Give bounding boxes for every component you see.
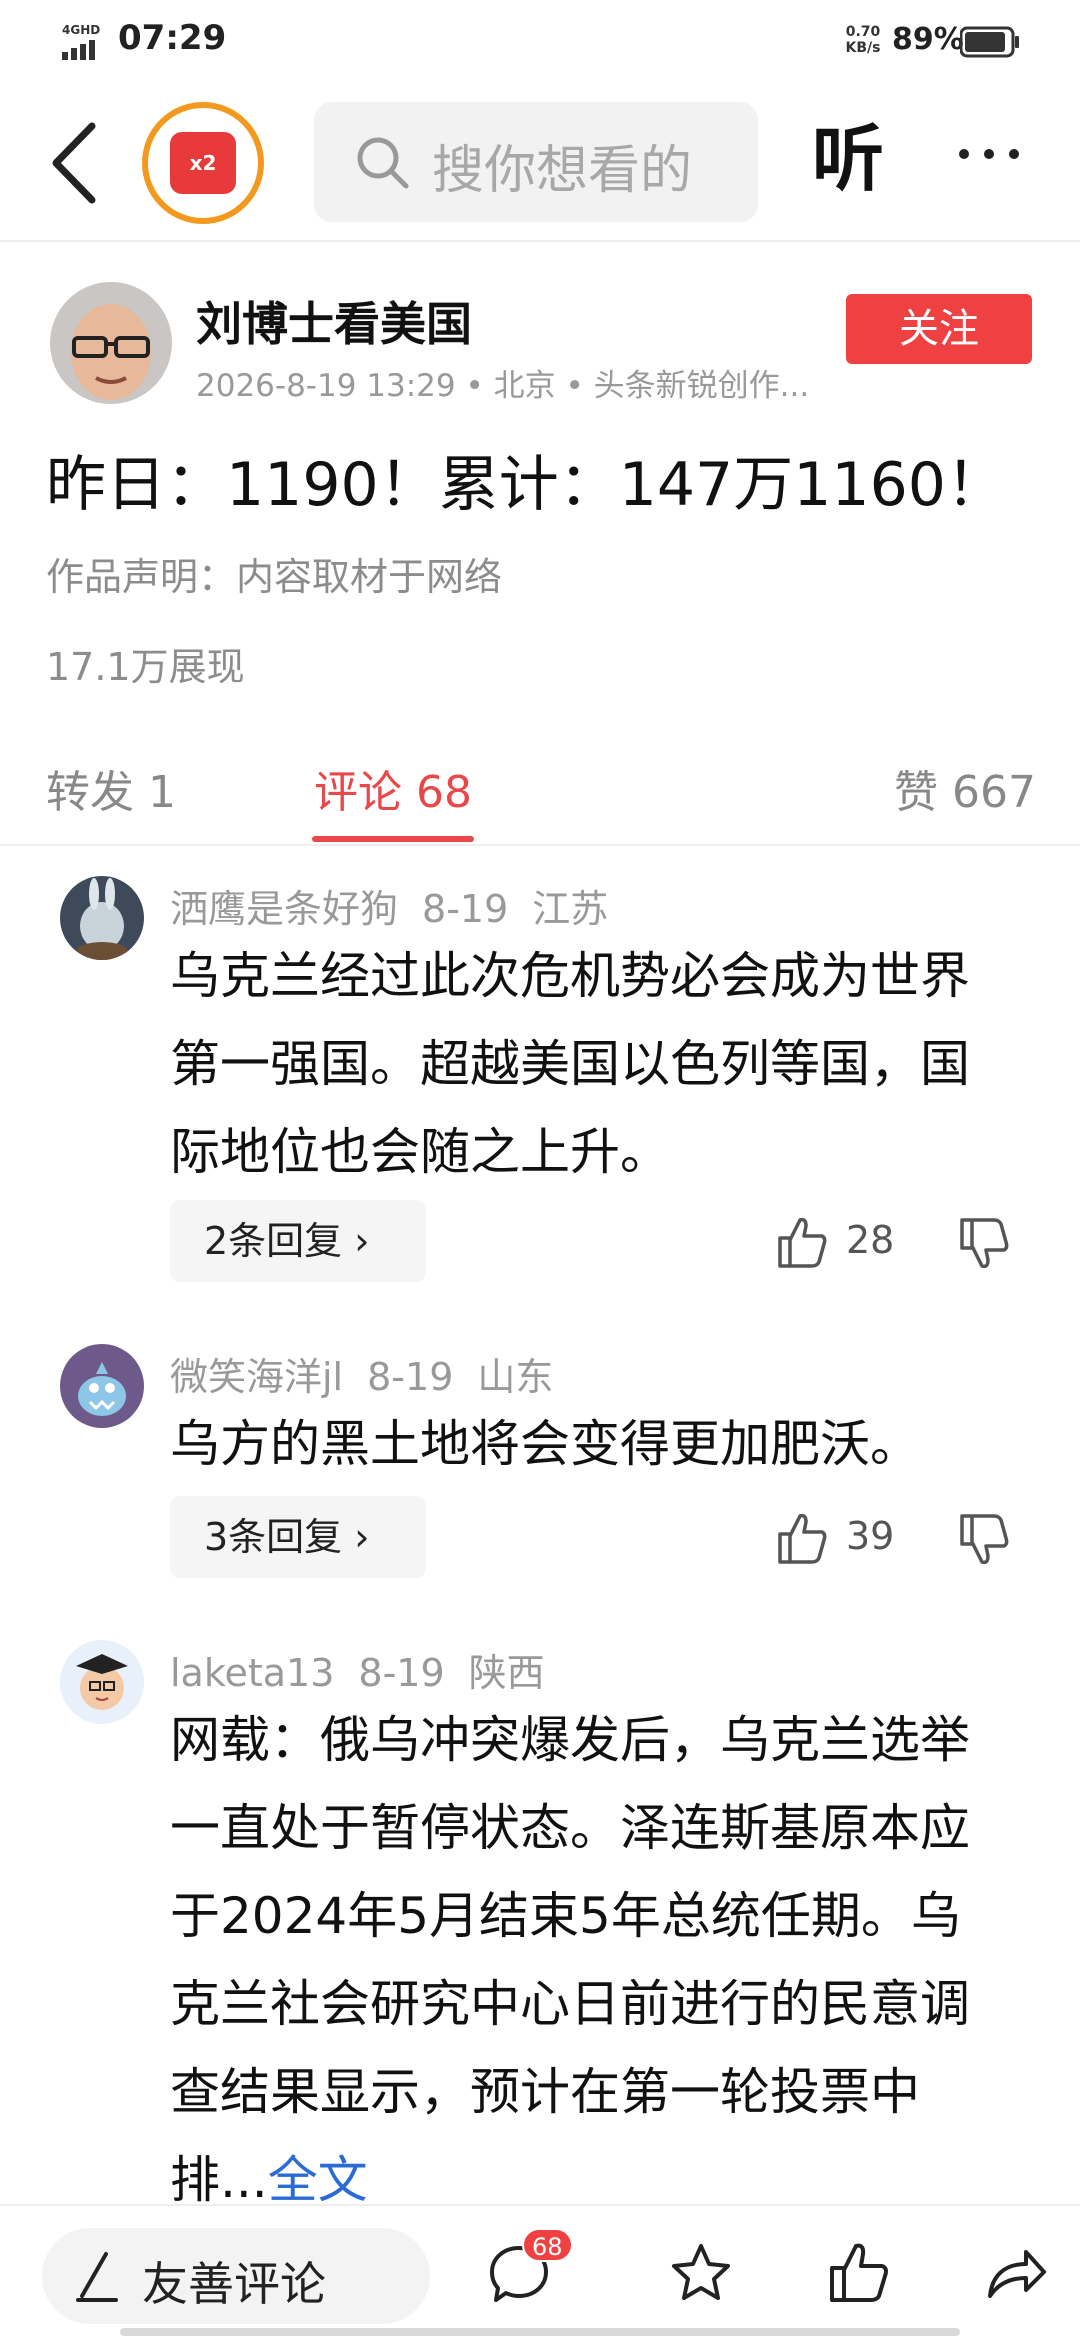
replies-button[interactable]: 3条回复 › [170, 1496, 426, 1578]
svg-text:4GHD: 4GHD [62, 23, 100, 37]
author-avatar[interactable] [50, 282, 172, 404]
bottom-bar: 友善评论 68 [0, 2204, 1080, 2340]
comment-date: 8-19 [422, 887, 509, 931]
tab-likes[interactable]: 赞 667 [894, 756, 1036, 820]
thumbs-up-icon[interactable] [774, 1214, 830, 1270]
commenter-name[interactable]: 洒鹰是条好狗 [170, 887, 398, 931]
redpacket-multiplier: x2 [170, 132, 236, 194]
post-statement: 作品声明：内容取材于网络 [46, 555, 503, 599]
comment-header: laketa13 8-19 陕西 [170, 1642, 569, 1697]
comment-location: 山东 [477, 1355, 554, 1399]
comment-text-content: 网载：俄乌冲突爆发后，乌克兰选举一直处于暂停状态。泽连斯基原本应于2024年5月… [170, 1711, 970, 2209]
comment-header: 洒鹰是条好狗 8-19 江苏 [170, 878, 632, 933]
star-icon[interactable] [668, 2240, 734, 2306]
signal-icon: 4GHD [62, 23, 100, 60]
thumbs-up-icon[interactable] [826, 2240, 892, 2306]
back-icon[interactable] [40, 118, 110, 208]
comment-location: 江苏 [532, 887, 609, 931]
tabs-divider [0, 844, 1080, 846]
commenter-name[interactable]: laketa13 [170, 1651, 334, 1695]
author-meta: 2026-8-19 13:29 • 北京 • 头条新锐创作... [196, 368, 810, 404]
listen-button[interactable]: 听 [812, 100, 884, 205]
status-bar: 4GHD 07:29 0.70 KB/s 89% [0, 0, 1080, 84]
share-icon[interactable] [982, 2240, 1048, 2306]
comment-text: 乌方的黑土地将会变得更加肥沃。 [170, 1415, 920, 1473]
clock: 07:29 [118, 18, 227, 58]
home-indicator [120, 2328, 960, 2336]
full-text-link[interactable]: 全文 [268, 2151, 368, 2209]
comment-date: 8-19 [367, 1355, 454, 1399]
comment-input[interactable]: 友善评论 [42, 2228, 430, 2324]
more-icon[interactable] [954, 134, 1024, 174]
comment-input-placeholder: 友善评论 [142, 2257, 326, 2311]
tab-forward[interactable]: 转发 1 [46, 756, 176, 820]
search-placeholder: 搜你想看的 [432, 141, 693, 201]
like-count: 39 [846, 1514, 895, 1558]
commenter-avatar[interactable] [60, 1344, 144, 1428]
commenter-name[interactable]: 微笑海洋jl [170, 1355, 343, 1399]
thumbs-up-icon[interactable] [774, 1510, 830, 1566]
comment-text: 网载：俄乌冲突爆发后，乌克兰选举一直处于暂停状态。泽连斯基原本应于2024年5月… [170, 1696, 1000, 2224]
battery-icon [960, 26, 1019, 58]
comment-text: 乌克兰经过此次危机势必会成为世界第一强国。超越美国以色列等国，国际地位也会随之上… [170, 947, 970, 1181]
commenter-avatar[interactable] [60, 876, 144, 960]
tab-active-indicator [312, 836, 474, 842]
nav-divider [0, 240, 1080, 242]
pen-icon [76, 2252, 118, 2302]
comment-header: 微笑海洋jl 8-19 山东 [170, 1346, 577, 1401]
thumbs-down-icon[interactable] [956, 1512, 1012, 1568]
replies-button[interactable]: 2条回复 › [170, 1200, 426, 1282]
comment-count-badge: 68 [522, 2228, 573, 2262]
search-input[interactable]: 搜你想看的 [314, 102, 758, 222]
author-name[interactable]: 刘博士看美国 [196, 288, 472, 354]
follow-button[interactable]: 关注 [846, 294, 1032, 364]
battery-percent: 89% [892, 22, 964, 57]
search-icon [357, 137, 409, 189]
commenter-avatar[interactable] [60, 1640, 144, 1724]
post-title: 昨日：1190！累计：147万1160！ [46, 450, 1006, 520]
thumbs-down-icon[interactable] [956, 1216, 1012, 1272]
comment-date: 8-19 [358, 1651, 445, 1695]
redpacket-icon[interactable]: x2 [142, 102, 264, 224]
top-nav: x2 搜你想看的 听 [0, 84, 1080, 240]
comment-location: 陕西 [468, 1651, 545, 1695]
post-views: 17.1万展现 [46, 645, 245, 689]
tab-comments[interactable]: 评论 68 [314, 756, 472, 820]
network-speed: 0.70 KB/s [845, 24, 881, 56]
like-count: 28 [846, 1218, 895, 1262]
